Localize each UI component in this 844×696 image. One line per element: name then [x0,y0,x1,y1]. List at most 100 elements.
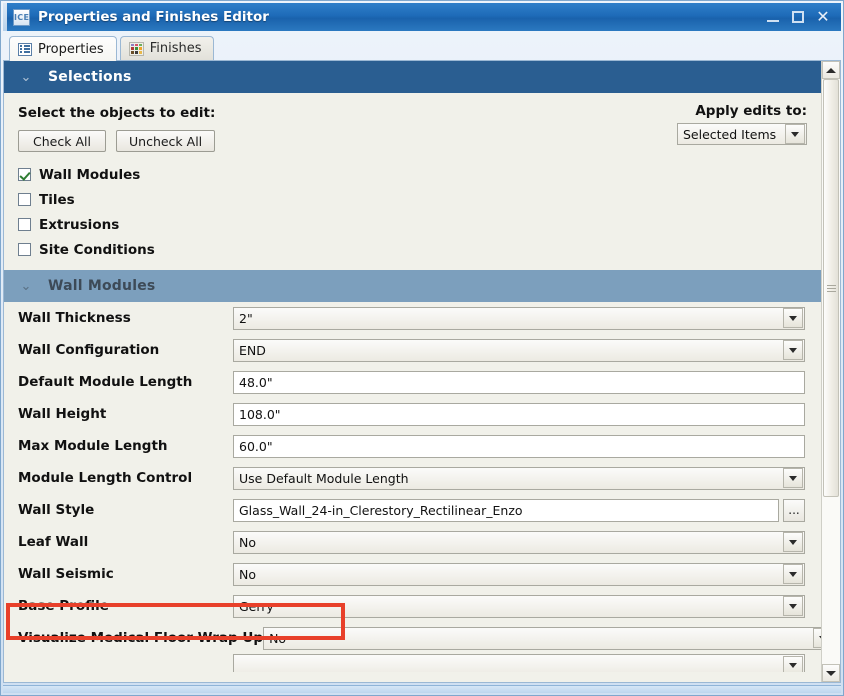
property-value: Gerry [239,598,274,614]
check-all-button[interactable]: Check All [18,130,106,152]
checkbox-site-conditions[interactable]: Site Conditions [18,237,807,262]
tab-properties[interactable]: Properties [9,36,117,61]
vertical-scrollbar[interactable] [821,61,840,682]
checkbox-extrusions[interactable]: Extrusions [18,212,807,237]
wall-style-input[interactable]: Glass_Wall_24-in_Clerestory_Rectilinear_… [233,498,779,522]
checkbox-icon[interactable] [18,193,31,206]
wall-height-input[interactable]: 108.0" [233,402,805,426]
app-icon: ICE [13,8,30,26]
property-label: Wall Configuration [18,342,160,358]
uncheck-all-button[interactable]: Uncheck All [116,130,216,152]
property-value: Use Default Module Length [239,470,409,486]
property-value: No [239,566,256,582]
leaf-wall-combo[interactable]: No [233,530,805,554]
checkbox-icon[interactable] [18,218,31,231]
visualize-medical-floor-wrap-up-combo[interactable]: No [263,626,821,650]
property-value: No [269,630,287,646]
chevron-down-icon[interactable] [785,124,805,144]
apply-edits-label: Apply edits to: [695,103,807,119]
property-value: No [239,534,256,550]
property-row-wall-seismic: Wall Seismic No [4,558,821,590]
property-label: Wall Thickness [18,310,131,326]
property-field [233,654,805,672]
close-button[interactable]: ✕ [815,9,831,25]
property-field: Gerry [233,594,805,618]
property-value: END [239,342,266,358]
base-profile-combo[interactable]: Gerry [233,594,805,618]
property-field: No [233,530,805,554]
arrow-down-icon [826,670,836,676]
scrollbar-track[interactable] [822,79,840,664]
select-objects-label: Select the objects to edit: [18,105,216,121]
property-row-default-module-length: Default Module Length 48.0" [4,366,821,398]
chevron-down-icon: ⌄ [20,278,32,294]
checkbox-wall-modules[interactable]: Wall Modules [18,162,807,187]
close-icon: ✕ [816,7,830,26]
tab-finishes-label: Finishes [149,41,202,56]
property-row-leaf-wall: Leaf Wall No [4,526,821,558]
window-controls: ✕ [765,9,831,25]
property-row-wall-height: Wall Height 108.0" [4,398,821,430]
section-header-wall-modules[interactable]: ⌄ Wall Modules [4,270,821,302]
application-window: ICE Properties and Finishes Editor ✕ Pro… [0,0,844,696]
property-row-max-module-length: Max Module Length 60.0" [4,430,821,462]
maximize-button[interactable] [790,9,806,25]
property-label: Wall Seismic [18,566,114,582]
checkbox-icon[interactable] [18,243,31,256]
checkbox-label: Extrusions [39,216,120,233]
property-label: Visualize Medical Floor Wrap Up [18,630,264,646]
property-field: 2" [233,306,805,330]
chevron-down-icon[interactable] [783,308,803,328]
property-row-wall-thickness: Wall Thickness 2" [4,302,821,334]
property-field: 48.0" [233,370,805,394]
list-icon [18,42,32,56]
scroll-down-button[interactable] [822,664,840,682]
property-row-wall-style: Wall Style Glass_Wall_24-in_Clerestory_R… [4,494,821,526]
scrollbar-thumb[interactable] [823,79,839,497]
chevron-down-icon[interactable] [813,628,821,648]
tab-finishes[interactable]: Finishes [119,36,215,60]
color-grid-icon [128,41,144,56]
checkbox-label: Wall Modules [39,166,141,183]
checkbox-tiles[interactable]: Tiles [18,187,807,212]
object-checkbox-list: Wall Modules Tiles Extrusions Site Condi… [18,162,807,270]
title-bar: ICE Properties and Finishes Editor ✕ [3,3,841,31]
tab-properties-label: Properties [38,41,104,57]
property-label: Default Module Length [18,374,193,390]
arrow-up-icon [826,67,836,73]
chevron-down-icon[interactable] [783,596,803,616]
property-row-partial-clipped [4,654,821,672]
minimize-button[interactable] [765,9,781,25]
apply-edits-combo[interactable]: Selected Items [677,123,807,145]
wall-style-browse-button[interactable]: ... [783,498,805,522]
content-panel: ⌄ Selections Select the objects to edit:… [3,60,841,683]
chevron-down-icon[interactable] [783,468,803,488]
scrollbar-grip-icon [826,284,836,292]
wall-thickness-combo[interactable]: 2" [233,306,805,330]
property-field: No [233,562,805,586]
max-module-length-input[interactable]: 60.0" [233,434,805,458]
scroll-up-button[interactable] [822,61,840,79]
property-value: 2" [239,310,253,326]
wall-seismic-combo[interactable]: No [233,562,805,586]
scroll-content: ⌄ Selections Select the objects to edit:… [4,61,821,682]
default-module-length-input[interactable]: 48.0" [233,370,805,394]
property-field: END [233,338,805,362]
section-title-wall-modules: Wall Modules [48,278,156,294]
checkbox-label: Tiles [39,191,75,208]
property-field: No [263,626,821,650]
checkbox-icon[interactable] [18,168,31,181]
wall-configuration-combo[interactable]: END [233,338,805,362]
chevron-down-icon[interactable] [783,655,803,672]
section-header-selections[interactable]: ⌄ Selections [4,61,821,93]
checkbox-label: Site Conditions [39,241,155,258]
next-property-combo[interactable] [233,654,805,672]
selections-left: Select the objects to edit: Check All Un… [18,93,215,152]
chevron-down-icon[interactable] [783,532,803,552]
property-row-base-profile: Base Profile Gerry [4,590,821,622]
property-label: Leaf Wall [18,534,89,550]
chevron-down-icon[interactable] [783,340,803,360]
selections-top-row: Select the objects to edit: Check All Un… [18,93,807,152]
chevron-down-icon[interactable] [783,564,803,584]
module-length-control-combo[interactable]: Use Default Module Length [233,466,805,490]
